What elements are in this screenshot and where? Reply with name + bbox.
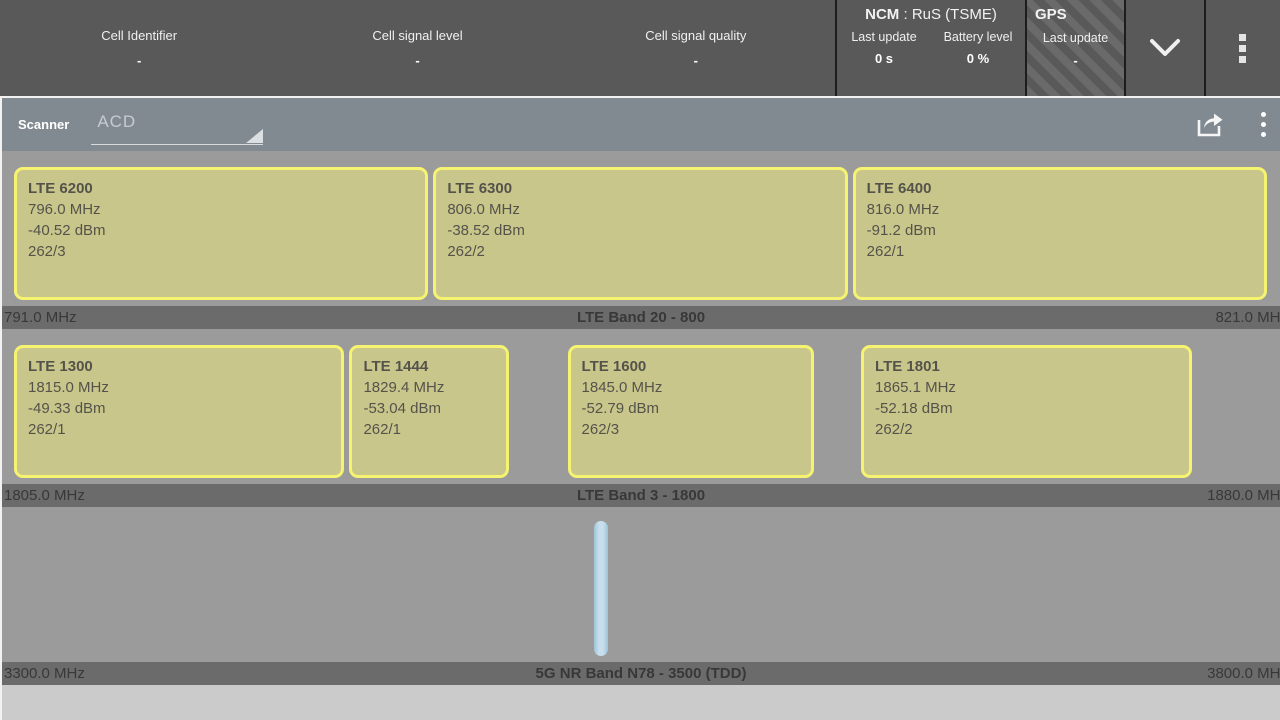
stat-value: - xyxy=(137,53,141,68)
band-end-frequency: 1880.0 MHz xyxy=(1207,484,1280,507)
cell-plmn: 262/3 xyxy=(28,241,414,262)
cell-card[interactable]: LTE 16001845.0 MHz-52.79 dBm262/3 xyxy=(568,345,815,478)
cell-id: LTE 1801 xyxy=(875,356,1177,377)
band-plot: LTE 13001815.0 MHz-49.33 dBm262/1LTE 144… xyxy=(2,329,1280,484)
cell-card[interactable]: LTE 13001815.0 MHz-49.33 dBm262/1 xyxy=(14,345,344,478)
band-name: 5G NR Band N78 - 3500 (TDD) xyxy=(536,662,747,685)
band-name: LTE Band 20 - 800 xyxy=(577,306,705,329)
cell-card[interactable]: LTE 6400816.0 MHz-91.2 dBm262/1 xyxy=(853,167,1267,300)
cell-card[interactable]: LTE 18011865.1 MHz-52.18 dBm262/2 xyxy=(861,345,1191,478)
ncm-battery-value: 0 % xyxy=(967,51,989,66)
nr-cell-bar[interactable] xyxy=(594,521,608,656)
scanner-mode-value: ACD xyxy=(97,112,136,132)
cell-card[interactable]: LTE 6200796.0 MHz-40.52 dBm262/3 xyxy=(14,167,428,300)
cell-power: -49.33 dBm xyxy=(28,398,330,419)
band-axis-strip: 791.0 MHz LTE Band 20 - 800 821.0 MHz xyxy=(2,306,1280,329)
stat-value: - xyxy=(694,53,698,68)
square-menu-icon xyxy=(1239,34,1246,63)
band-name: LTE Band 3 - 1800 xyxy=(577,484,705,507)
cell-card[interactable]: LTE 6300806.0 MHz-38.52 dBm262/2 xyxy=(433,167,847,300)
band-axis-strip: 3300.0 MHz 5G NR Band N78 - 3500 (TDD) 380… xyxy=(2,662,1280,685)
cell-plmn: 262/2 xyxy=(875,419,1177,440)
kebab-menu-icon xyxy=(1261,112,1266,137)
cell-plmn: 262/3 xyxy=(582,419,801,440)
stat-label: Cell signal level xyxy=(372,28,462,43)
cell-freq: 1815.0 MHz xyxy=(28,377,330,398)
ncm-battery-level: Battery level 0 % xyxy=(931,30,1025,66)
band-end-frequency: 821.0 MHz xyxy=(1215,306,1280,329)
band-start-frequency: 3300.0 MHz xyxy=(4,662,85,685)
cell-freq: 796.0 MHz xyxy=(28,199,414,220)
cell-id: LTE 1444 xyxy=(363,356,494,377)
band-plot: LTE 6200796.0 MHz-40.52 dBm262/3LTE 6300… xyxy=(2,151,1280,306)
top-status-bar: Cell Identifier - Cell signal level - Ce… xyxy=(0,0,1280,96)
scanner-overflow-menu-button[interactable] xyxy=(1261,112,1266,137)
cell-plmn: 262/1 xyxy=(28,419,330,440)
cell-freq: 1845.0 MHz xyxy=(582,377,801,398)
cell-card[interactable]: LTE 14441829.4 MHz-53.04 dBm262/1 xyxy=(349,345,508,478)
ncm-last-update-value: 0 s xyxy=(875,51,893,66)
gps-status-block: GPS Last update - xyxy=(1025,0,1124,96)
ncm-last-update: Last update 0 s xyxy=(837,30,931,66)
band-row: 3300.0 MHz 5G NR Band N78 - 3500 (TDD) 380… xyxy=(2,507,1280,685)
chevron-down-icon xyxy=(1147,37,1183,59)
panel-bottom-filler xyxy=(2,685,1280,720)
cell-plmn: 262/1 xyxy=(363,419,494,440)
ncm-title-rest: : RuS (TSME) xyxy=(899,6,997,23)
bands: LTE 6200796.0 MHz-40.52 dBm262/3LTE 6300… xyxy=(2,151,1280,685)
stat-value: - xyxy=(415,53,419,68)
scanner-panel: Scanner ACD LTE 6200796.0 MHz-40.52 dBm2… xyxy=(0,96,1280,720)
export-button[interactable] xyxy=(1195,111,1225,139)
cell-id: LTE 1600 xyxy=(582,356,801,377)
ncm-title: NCM : RuS (TSME) xyxy=(865,6,997,23)
stat-cell-signal-quality: Cell signal quality - xyxy=(557,0,835,96)
scanner-header: Scanner ACD xyxy=(2,98,1280,151)
cell-power: -52.18 dBm xyxy=(875,398,1177,419)
cell-id: LTE 6200 xyxy=(28,178,414,199)
ncm-title-bold: NCM xyxy=(865,6,899,23)
band-start-frequency: 791.0 MHz xyxy=(4,306,77,329)
stat-label: Cell signal quality xyxy=(645,28,746,43)
ncm-battery-label: Battery level xyxy=(944,30,1013,44)
cell-plmn: 262/2 xyxy=(447,241,833,262)
topbar-overflow-menu-button[interactable] xyxy=(1204,0,1280,96)
cell-power: -38.52 dBm xyxy=(447,220,833,241)
scanner-mode-dropdown[interactable]: ACD xyxy=(91,105,263,145)
stat-cell-signal-level: Cell signal level - xyxy=(278,0,556,96)
cell-power: -53.04 dBm xyxy=(363,398,494,419)
cell-freq: 816.0 MHz xyxy=(867,199,1253,220)
scanner-title: Scanner xyxy=(18,117,69,132)
cell-plmn: 262/1 xyxy=(867,241,1253,262)
cell-freq: 1829.4 MHz xyxy=(363,377,494,398)
band-axis-strip: 1805.0 MHz LTE Band 3 - 1800 1880.0 MHz xyxy=(2,484,1280,507)
cell-id: LTE 6400 xyxy=(867,178,1253,199)
cell-power: -40.52 dBm xyxy=(28,220,414,241)
stat-cell-identifier: Cell Identifier - xyxy=(0,0,278,96)
ncm-last-update-label: Last update xyxy=(851,30,916,44)
band-start-frequency: 1805.0 MHz xyxy=(4,484,85,507)
collapse-statusbar-button[interactable] xyxy=(1124,0,1204,96)
gps-last-update-value: - xyxy=(1073,53,1077,68)
cell-id: LTE 6300 xyxy=(447,178,833,199)
gps-title: GPS xyxy=(1035,6,1067,23)
cell-id: LTE 1300 xyxy=(28,356,330,377)
cell-freq: 806.0 MHz xyxy=(447,199,833,220)
gps-last-update-label: Last update xyxy=(1043,31,1108,45)
stat-label: Cell Identifier xyxy=(101,28,177,43)
cell-freq: 1865.1 MHz xyxy=(875,377,1177,398)
band-plot xyxy=(2,507,1280,662)
ncm-status-block: NCM : RuS (TSME) Last update 0 s Battery… xyxy=(835,0,1025,96)
band-end-frequency: 3800.0 MHz xyxy=(1207,662,1280,685)
dropdown-corner-triangle-icon xyxy=(246,129,263,143)
share-export-icon xyxy=(1195,111,1225,139)
cell-power: -52.79 dBm xyxy=(582,398,801,419)
cell-power: -91.2 dBm xyxy=(867,220,1253,241)
band-row: LTE 13001815.0 MHz-49.33 dBm262/1LTE 144… xyxy=(2,329,1280,507)
band-row: LTE 6200796.0 MHz-40.52 dBm262/3LTE 6300… xyxy=(2,151,1280,329)
